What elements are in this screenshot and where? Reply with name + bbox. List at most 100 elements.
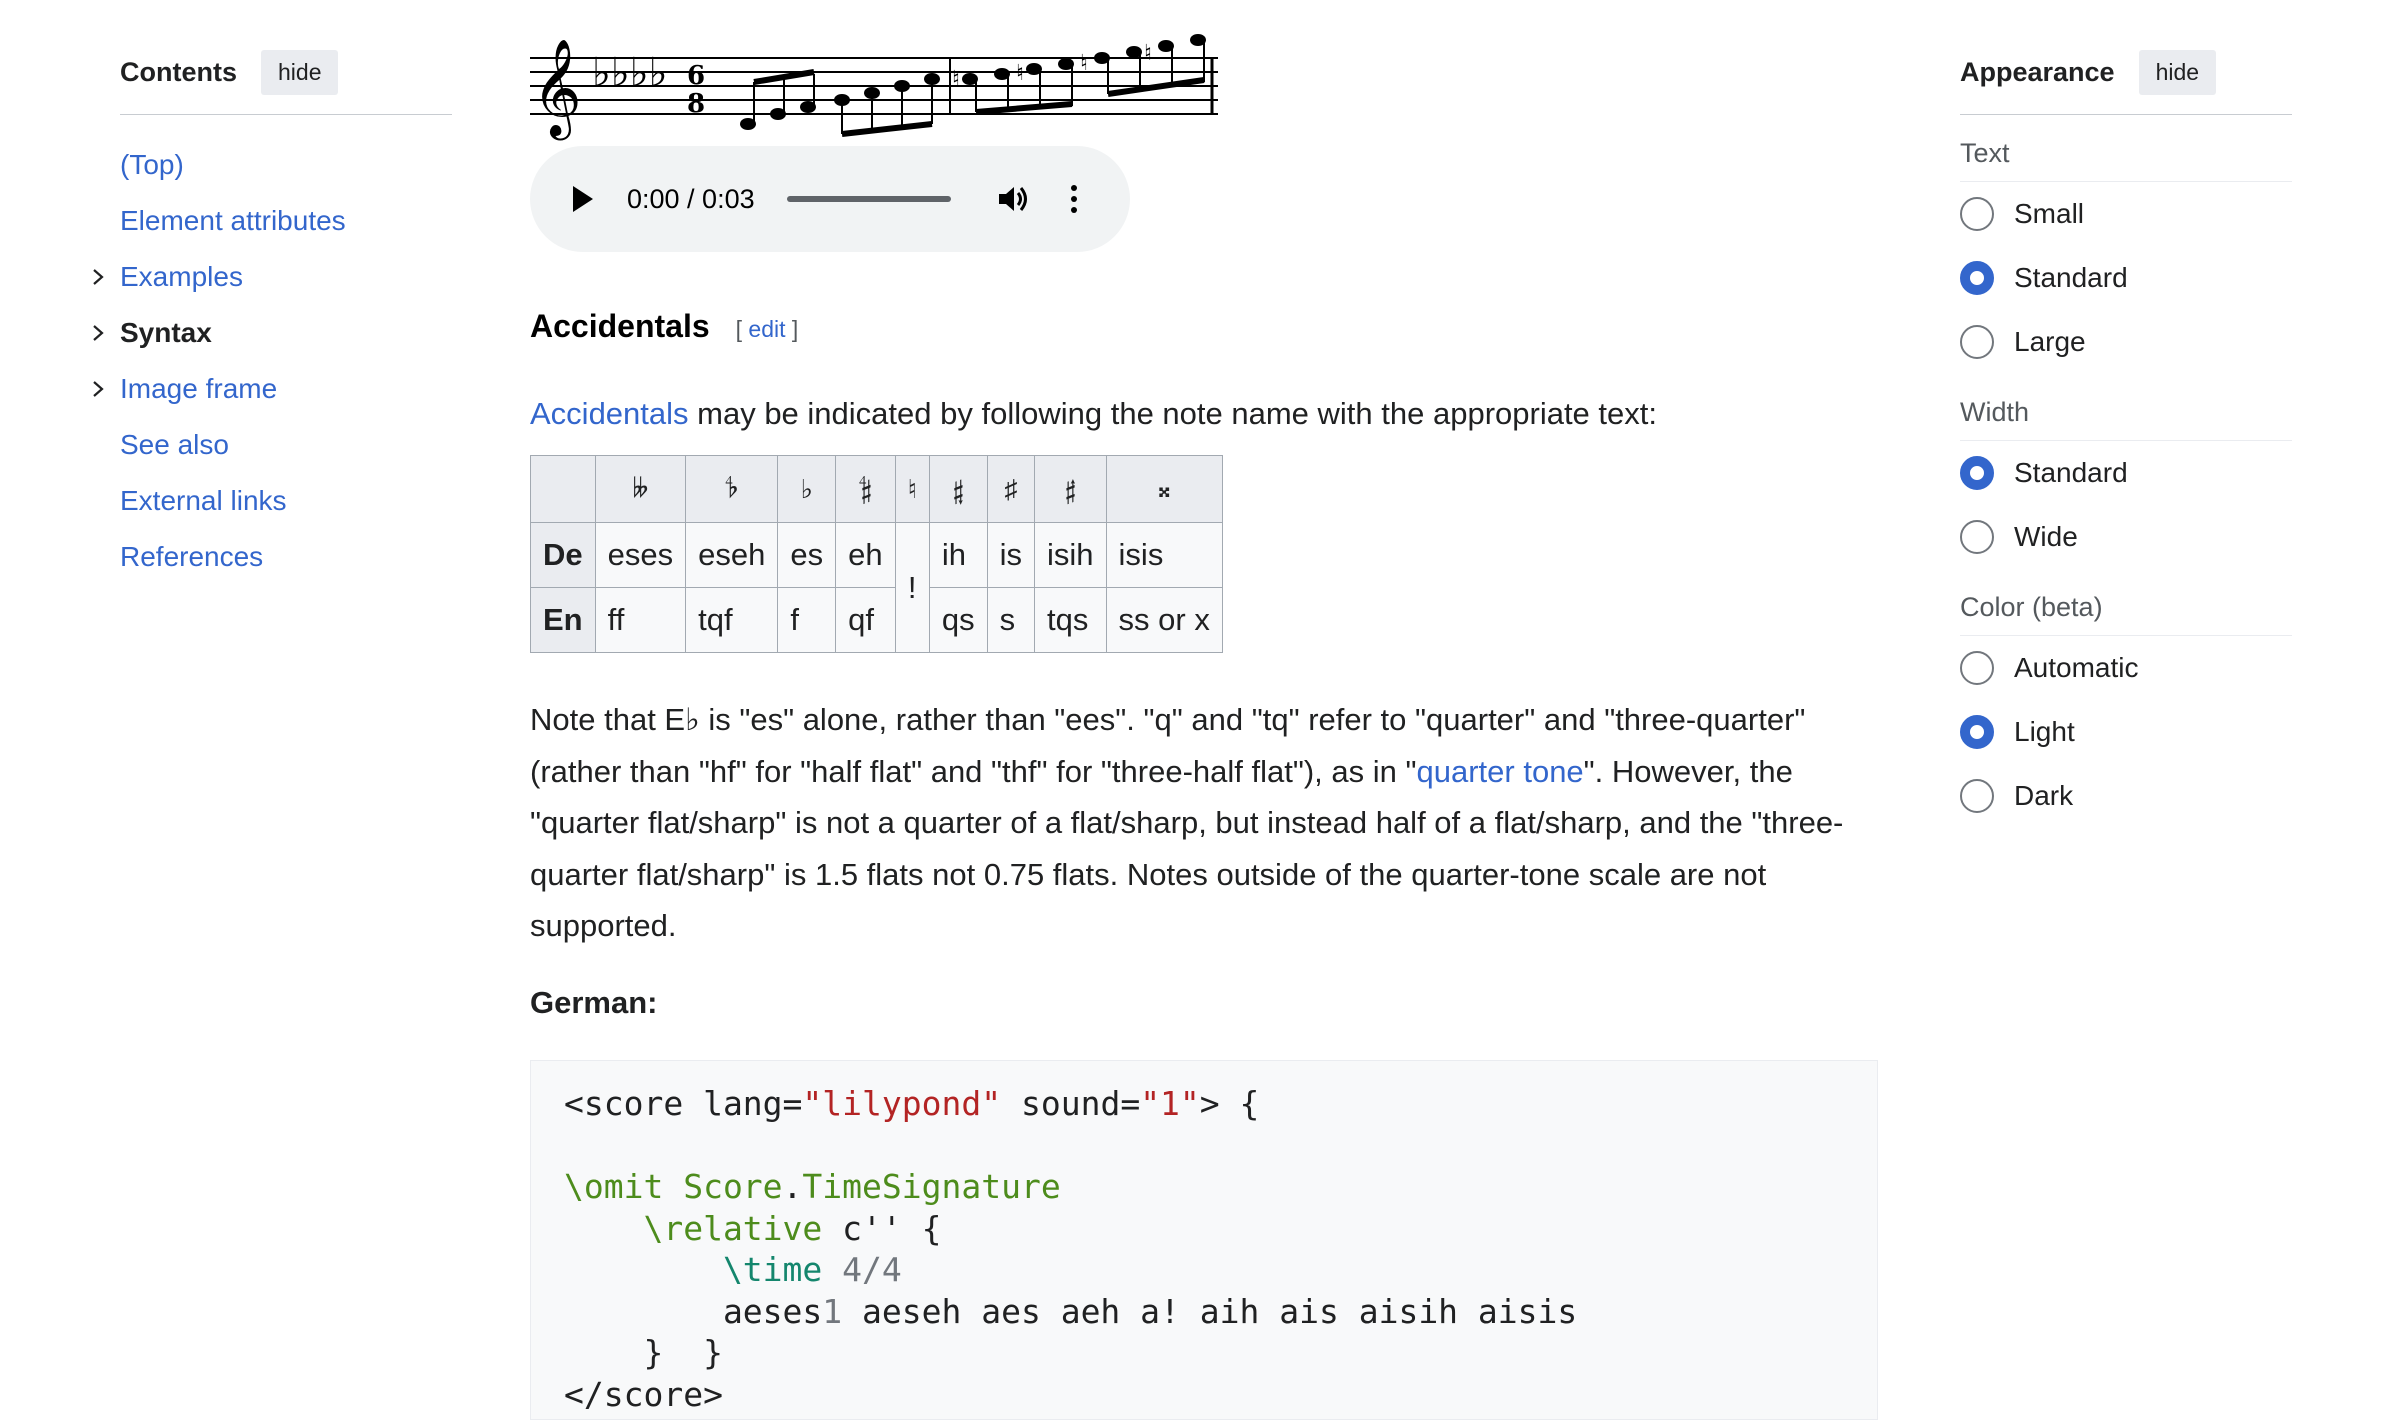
table-cell: tqf	[685, 587, 779, 653]
toc-hide-button[interactable]: hide	[261, 49, 339, 95]
appearance-panel: Appearance hide Text Small Standard Larg…	[1960, 48, 2292, 828]
toc-list: (Top) Element attributes Examples Syntax…	[93, 137, 452, 585]
table-row: En ff tqf f qf qs s tqs ss or x	[530, 587, 1223, 653]
width-group: Width Standard Wide	[1960, 384, 2292, 569]
audio-player: 0:00 / 0:03	[530, 146, 1130, 252]
music-score-image[interactable]: 𝄞 ♭♭♭♭ 6 8 ♮ ♮ ♮ ♮	[530, 24, 1220, 142]
audio-progress-slider[interactable]	[786, 196, 951, 202]
toc-item-label[interactable]: Syntax	[120, 317, 212, 348]
table-cell: qf	[835, 587, 896, 653]
chevron-right-icon[interactable]	[88, 379, 108, 399]
toc-item-examples[interactable]: Examples	[93, 249, 452, 305]
section-heading-title: Accidentals	[530, 308, 710, 344]
appearance-title: Appearance	[1960, 56, 2115, 87]
svg-text:♭♭♭♭: ♭♭♭♭	[592, 50, 667, 96]
radio-button[interactable]	[1960, 651, 1994, 685]
radio-button-selected[interactable]	[1960, 261, 1994, 295]
svg-text:𝄞: 𝄞	[532, 38, 582, 140]
accidentals-table: 𝄫 𝄳 ♭ 𝄲 ♮ 𝄱 ♯ 𝄰 𝄪 De eses eseh es eh ! i…	[530, 455, 1223, 653]
radio-button-selected[interactable]	[1960, 715, 1994, 749]
volume-icon[interactable]	[997, 183, 1031, 215]
intro-paragraph: Accidentals may be indicated by followin…	[530, 396, 1657, 431]
table-cell: es	[777, 522, 837, 588]
radio-button[interactable]	[1960, 779, 1994, 813]
table-cell: isis	[1105, 522, 1223, 588]
code-block: <score lang="lilypond" sound="1"> { \omi…	[530, 1060, 1878, 1420]
table-corner-cell	[530, 455, 596, 523]
group-title: Color (beta)	[1960, 579, 2292, 636]
section-heading: Accidentals [ edit ]	[530, 308, 798, 345]
toc-title: Contents	[120, 56, 237, 87]
radio-button-selected[interactable]	[1960, 456, 1994, 490]
chevron-right-icon[interactable]	[88, 267, 108, 287]
option-text-standard[interactable]: Standard	[1960, 246, 2292, 310]
option-color-light[interactable]: Light	[1960, 700, 2292, 764]
toc-item-see-also[interactable]: See also	[120, 417, 452, 473]
option-width-standard[interactable]: Standard	[1960, 441, 2292, 505]
option-color-dark[interactable]: Dark	[1960, 764, 2292, 828]
toc-item-top[interactable]: (Top)	[120, 137, 452, 193]
svg-text:♮: ♮	[952, 67, 960, 92]
table-cell: qs	[928, 587, 988, 653]
symbol-three-quarter-flat: 𝄳	[685, 455, 779, 523]
toc-item-label[interactable]: Image frame	[120, 373, 277, 404]
group-title: Text	[1960, 125, 2292, 182]
symbol-quarter-sharp: 𝄱	[928, 455, 988, 523]
more-options-icon[interactable]	[1070, 185, 1077, 213]
symbol-quarter-flat: 𝄲	[835, 455, 896, 523]
option-text-small[interactable]: Small	[1960, 182, 2292, 246]
table-cell: tqs	[1034, 587, 1107, 653]
radio-button[interactable]	[1960, 520, 1994, 554]
chevron-right-icon[interactable]	[88, 323, 108, 343]
option-width-wide[interactable]: Wide	[1960, 505, 2292, 569]
row-header: En	[530, 587, 596, 653]
symbol-flat: ♭	[777, 455, 837, 523]
toc-item-label[interactable]: (Top)	[120, 149, 184, 180]
text-size-group: Text Small Standard Large	[1960, 125, 2292, 374]
appearance-hide-button[interactable]: hide	[2138, 49, 2217, 95]
svg-text:♮: ♮	[1144, 41, 1152, 66]
quarter-tone-link[interactable]: quarter tone	[1417, 754, 1584, 789]
toc-item-label[interactable]: See also	[120, 429, 229, 460]
table-row: De eses eseh es eh ! ih is isih isis	[530, 522, 1223, 653]
appearance-header: Appearance hide	[1960, 48, 2292, 115]
toc-item-label[interactable]: Element attributes	[120, 205, 346, 236]
toc-item-element-attributes[interactable]: Element attributes	[120, 193, 452, 249]
table-cell: is	[986, 522, 1036, 588]
radio-button[interactable]	[1960, 197, 1994, 231]
accidentals-link[interactable]: Accidentals	[530, 396, 689, 431]
color-group: Color (beta) Automatic Light Dark	[1960, 579, 2292, 828]
svg-text:♮: ♮	[1080, 51, 1088, 76]
table-cell: ih	[928, 522, 988, 588]
symbol-double-flat: 𝄫	[594, 455, 687, 523]
table-cell: ff	[594, 587, 687, 653]
symbol-natural: ♮	[894, 455, 930, 523]
option-text-large[interactable]: Large	[1960, 310, 2292, 374]
edit-section-link: [ edit ]	[735, 316, 799, 342]
symbol-double-sharp: 𝄪	[1105, 455, 1223, 523]
toc-item-external-links[interactable]: External links	[120, 473, 452, 529]
play-icon[interactable]	[573, 186, 593, 212]
toc-item-label[interactable]: References	[120, 541, 263, 572]
option-color-automatic[interactable]: Automatic	[1960, 636, 2292, 700]
svg-text:6: 6	[687, 61, 705, 91]
table-cell: eseh	[685, 522, 779, 588]
german-heading: German:	[530, 985, 658, 1020]
table-cell: s	[986, 587, 1036, 653]
toc-item-label[interactable]: External links	[120, 485, 287, 516]
table-of-contents: Contents hide (Top) Element attributes E…	[93, 48, 452, 585]
group-title: Width	[1960, 384, 2292, 441]
toc-item-label[interactable]: Examples	[120, 261, 243, 292]
radio-button[interactable]	[1960, 325, 1994, 359]
toc-item-image-frame[interactable]: Image frame	[93, 361, 452, 417]
table-cell: ss or x	[1105, 587, 1223, 653]
svg-text:♮: ♮	[1016, 61, 1024, 86]
toc-header: Contents hide	[120, 48, 452, 115]
natural-cell: !	[894, 522, 930, 653]
table-header-row: 𝄫 𝄳 ♭ 𝄲 ♮ 𝄱 ♯ 𝄰 𝄪	[530, 455, 1223, 523]
toc-item-syntax[interactable]: Syntax	[93, 305, 452, 361]
note-paragraph: Note that E♭ is "es" alone, rather than …	[530, 702, 1844, 943]
toc-item-references[interactable]: References	[120, 529, 452, 585]
edit-link[interactable]: edit	[748, 316, 785, 342]
table-cell: isih	[1034, 522, 1107, 588]
